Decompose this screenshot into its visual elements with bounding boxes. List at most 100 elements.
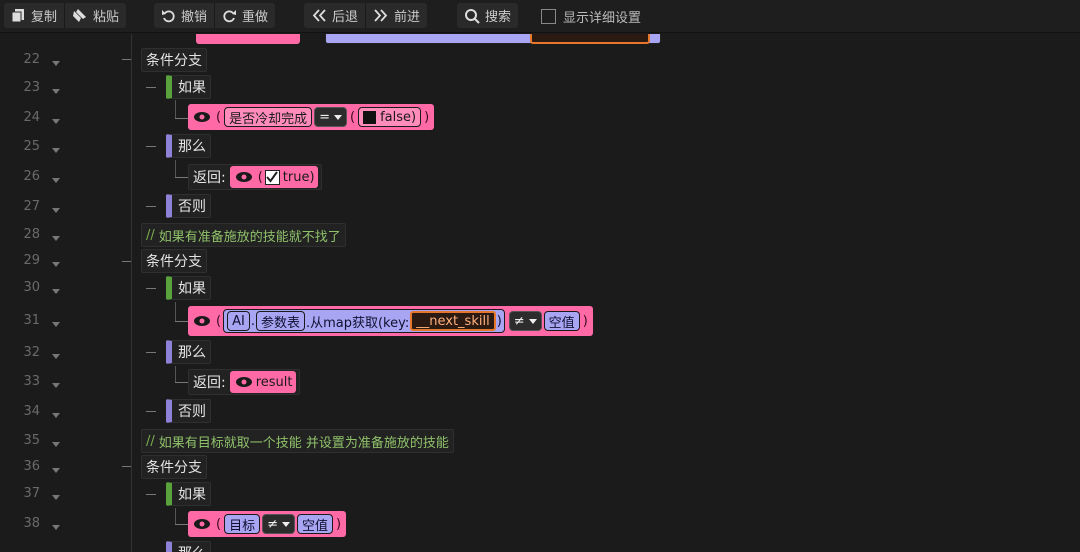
fold-arrow-icon[interactable] [52, 57, 60, 66]
paste-icon [73, 9, 87, 22]
copy-button[interactable]: 复制 [4, 3, 66, 28]
if-block[interactable]: 如果 [166, 75, 211, 99]
close-paren: ) [582, 313, 588, 329]
return-value-expression[interactable]: ( true) [229, 166, 318, 188]
if-label: 如果 [178, 281, 206, 297]
return-label: 返回: [193, 375, 226, 391]
fold-arrow-icon[interactable] [52, 285, 60, 294]
comment-line[interactable]: //如果有准备施放的技能就不找了 [141, 223, 346, 247]
fold-arrow-icon[interactable] [52, 174, 60, 183]
fold-arrow-icon[interactable] [52, 85, 60, 94]
ai-chip[interactable]: AI [227, 311, 250, 331]
null-value-chip[interactable]: 空值 [543, 311, 580, 331]
line-number: 38 [23, 516, 40, 531]
show-details-checkbox[interactable] [541, 9, 556, 24]
target-chip[interactable]: 目标 [224, 514, 261, 534]
close-paren: ) [424, 109, 430, 125]
if-block[interactable]: 如果 [166, 276, 211, 300]
comment-text: 如果有目标就取一个技能 并设置为准备施放的技能 [158, 435, 449, 451]
return-statement[interactable]: 返回: ( true) [188, 164, 322, 190]
line-number: 32 [23, 345, 40, 360]
toolbar: 复制 粘贴 撤销 重做 后退 前进 搜索 显示详细设置 [0, 0, 1080, 33]
dropdown-arrow-icon [282, 521, 290, 527]
then-block[interactable]: 那么 [166, 340, 211, 364]
variable-chip[interactable]: 是否冷却完成 [224, 107, 313, 127]
tree-connector [146, 494, 156, 495]
fold-arrow-icon[interactable] [52, 144, 60, 153]
tree-connector [146, 352, 156, 353]
unchecked-box-icon [363, 110, 377, 124]
dropdown-arrow-icon [334, 114, 342, 120]
null-value-chip[interactable]: 空值 [297, 514, 334, 534]
navigation-group: 后退 前进 [304, 3, 428, 28]
undo-label: 撤销 [181, 10, 208, 25]
fold-arrow-icon[interactable] [52, 204, 60, 213]
condition-expression[interactable]: ( 是否冷却完成 = ( false) ) [188, 104, 435, 130]
fold-arrow-icon[interactable] [52, 318, 60, 327]
operator-dropdown[interactable]: = [314, 107, 347, 127]
paste-button[interactable]: 粘贴 [65, 3, 126, 28]
tree-connector [146, 288, 156, 289]
tree-connector [175, 382, 189, 383]
back-button[interactable]: 后退 [304, 3, 367, 28]
map-get-call[interactable]: AI . 参数表 .从map获取(key: __next_skill ) [223, 309, 505, 333]
branch-label: 条件分支 [146, 460, 202, 476]
else-block[interactable]: 否则 [166, 399, 211, 423]
comment-slash: // [146, 227, 155, 243]
line-number: 33 [23, 374, 40, 389]
bool-value-chip[interactable]: false) [358, 107, 422, 127]
fold-arrow-icon[interactable] [52, 409, 60, 418]
fold-arrow-icon[interactable] [52, 258, 60, 267]
search-button[interactable]: 搜索 [457, 3, 518, 28]
forward-button[interactable]: 前进 [366, 3, 427, 28]
history-group: 撤销 重做 [154, 3, 276, 28]
tree-connector [175, 100, 176, 118]
if-label: 如果 [178, 80, 206, 96]
key-string-input[interactable]: __next_skill [410, 311, 496, 331]
condition-expression[interactable]: ( 目标 ≠ 空值 ) [188, 511, 347, 537]
line-number: 26 [23, 169, 40, 184]
line-number: 27 [23, 199, 40, 214]
undo-button[interactable]: 撤销 [154, 3, 216, 28]
branch-block[interactable]: 条件分支 [141, 455, 207, 479]
branch-block[interactable]: 条件分支 [141, 48, 207, 72]
fold-arrow-icon[interactable] [52, 350, 60, 359]
fold-arrow-icon[interactable] [52, 232, 60, 241]
condition-expression[interactable]: ( AI . 参数表 .从map获取(key: __next_skill ) ≠… [188, 306, 593, 336]
params-chip[interactable]: 参数表 [255, 311, 305, 331]
operator-dropdown[interactable]: ≠ [508, 311, 542, 331]
redo-button[interactable]: 重做 [215, 3, 275, 28]
eye-icon [235, 377, 252, 387]
return-label: 返回: [193, 170, 226, 186]
comment-slash: // [146, 433, 155, 449]
bool-value-label: false) [380, 109, 417, 125]
fold-arrow-icon[interactable] [52, 115, 60, 124]
method-call-label: .从map获取(key: [305, 315, 410, 331]
then-block[interactable]: 那么 [166, 134, 211, 158]
tree-connector [122, 261, 131, 262]
redo-icon [223, 10, 237, 23]
return-value-expression[interactable]: result [229, 371, 296, 393]
else-label: 否则 [178, 404, 206, 420]
show-details-toggle[interactable]: 显示详细设置 [541, 7, 641, 26]
fold-arrow-icon[interactable] [52, 521, 60, 530]
branch-block[interactable]: 条件分支 [141, 249, 207, 273]
fold-arrow-icon[interactable] [52, 464, 60, 473]
eye-icon [194, 519, 210, 529]
fold-arrow-icon[interactable] [52, 491, 60, 500]
result-variable[interactable]: result [256, 375, 293, 390]
fold-arrow-icon[interactable] [52, 379, 60, 388]
operator-dropdown[interactable]: ≠ [262, 514, 295, 534]
fold-arrow-icon[interactable] [52, 438, 60, 447]
code-editor[interactable]: 22 23 24 25 26 27 28 29 30 31 32 33 34 35 36 37 38 条件分支 … [0, 34, 1080, 552]
tree-connector [175, 118, 189, 119]
then-block-partial[interactable]: 那么 [166, 541, 211, 552]
else-block[interactable]: 否则 [166, 194, 211, 218]
eye-icon [235, 172, 252, 182]
close-paren: ) [336, 516, 342, 532]
if-block[interactable]: 如果 [166, 482, 211, 506]
partial-expression [196, 34, 300, 44]
return-statement[interactable]: 返回: result [188, 369, 300, 395]
comment-line[interactable]: //如果有目标就取一个技能 并设置为准备施放的技能 [141, 429, 454, 453]
tree-connector [175, 508, 176, 524]
